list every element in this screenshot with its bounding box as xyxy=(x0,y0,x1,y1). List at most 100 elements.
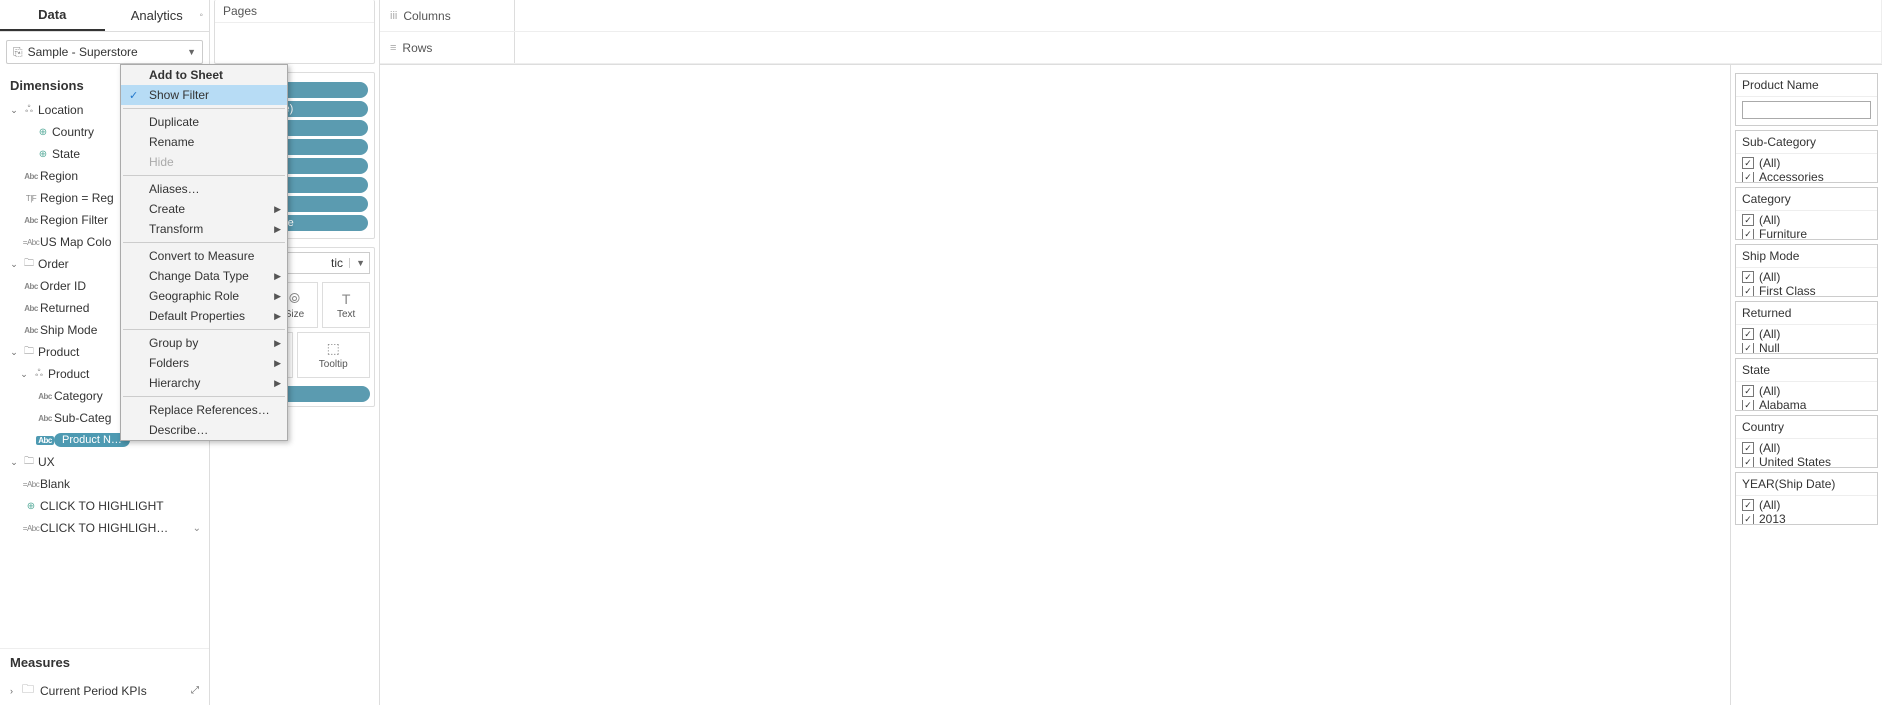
filter-checkbox-item[interactable]: ✓Null xyxy=(1736,343,1877,353)
filter-card: Returned✓(All)✓Null xyxy=(1735,301,1878,354)
filter-card-title: Ship Mode xyxy=(1736,245,1877,268)
datasource-selector[interactable]: ⎘ Sample - Superstore ▼ xyxy=(6,40,203,64)
filter-search-input[interactable] xyxy=(1742,101,1871,119)
checkbox-icon: ✓ xyxy=(1742,157,1754,169)
filter-card: Country✓(All)✓United States xyxy=(1735,415,1878,468)
checkbox-icon: ✓ xyxy=(1742,271,1754,283)
measures-header: Measures xyxy=(0,648,209,676)
marks-tooltip[interactable]: ⬚Tooltip xyxy=(297,332,371,378)
checkbox-icon: ✓ xyxy=(1742,214,1754,226)
filter-checkbox-all[interactable]: ✓(All) xyxy=(1736,325,1877,343)
menu-hide: Hide xyxy=(121,152,287,172)
tooltip-icon: ⬚ xyxy=(327,340,340,357)
filter-checkbox-all[interactable]: ✓(All) xyxy=(1736,211,1877,229)
menu-change-data-type[interactable]: Change Data Type▶ xyxy=(121,266,287,286)
chevron-right-icon: ▶ xyxy=(274,311,281,322)
checkbox-icon: ✓ xyxy=(1742,385,1754,397)
menu-convert-to-measure[interactable]: Convert to Measure xyxy=(121,246,287,266)
pages-card-title: Pages xyxy=(215,0,374,23)
menu-aliases[interactable]: Aliases… xyxy=(121,179,287,199)
filter-checkbox-item[interactable]: ✓2013 xyxy=(1736,514,1877,524)
pin-icon: ◦ xyxy=(199,10,203,21)
checkbox-icon: ✓ xyxy=(1742,172,1754,182)
check-icon: ✓ xyxy=(129,89,138,102)
menu-show-filter[interactable]: ✓Show Filter xyxy=(121,85,287,105)
checkbox-icon: ✓ xyxy=(1742,229,1754,239)
menu-default-properties[interactable]: Default Properties▶ xyxy=(121,306,287,326)
columns-shelf-label: iii Columns xyxy=(380,0,515,31)
filter-card-title: Returned xyxy=(1736,302,1877,325)
filter-card: Category✓(All)✓Furniture xyxy=(1735,187,1878,240)
chevron-right-icon: ▶ xyxy=(274,358,281,369)
menu-duplicate[interactable]: Duplicate xyxy=(121,112,287,132)
columns-shelf[interactable] xyxy=(515,0,1882,31)
chevron-right-icon: ▶ xyxy=(274,378,281,389)
chevron-down-icon: ▼ xyxy=(349,258,365,268)
field-blank[interactable]: =AbcBlank xyxy=(4,473,205,495)
viz-canvas[interactable] xyxy=(380,65,1730,705)
data-sidebar: Data Analytics ◦ ⎘ Sample - Superstore ▼… xyxy=(0,0,210,705)
menu-folders[interactable]: Folders▶ xyxy=(121,353,287,373)
rows-shelf[interactable] xyxy=(515,32,1882,63)
filter-checkbox-all[interactable]: ✓(All) xyxy=(1736,496,1877,514)
menu-add-to-sheet[interactable]: Add to Sheet xyxy=(121,65,287,85)
tab-data[interactable]: Data xyxy=(0,0,105,31)
chevron-down-icon[interactable]: ⌄ xyxy=(193,523,201,534)
filter-checkbox-all[interactable]: ✓(All) xyxy=(1736,154,1877,172)
chevron-right-icon: ▶ xyxy=(274,338,281,349)
menu-rename[interactable]: Rename xyxy=(121,132,287,152)
filter-card-title: Product Name xyxy=(1736,74,1877,97)
menu-group-by[interactable]: Group by▶ xyxy=(121,333,287,353)
filter-card-title: Country xyxy=(1736,416,1877,439)
marks-text[interactable]: TText xyxy=(322,282,370,328)
size-icon: ⦾ xyxy=(289,290,300,307)
filter-card: Sub-Category✓(All)✓Accessories xyxy=(1735,130,1878,183)
menu-replace-references[interactable]: Replace References… xyxy=(121,400,287,420)
folder-ux[interactable]: ⌄🗀UX xyxy=(4,451,205,473)
pages-shelf[interactable] xyxy=(215,23,374,63)
checkbox-icon: ✓ xyxy=(1742,457,1754,467)
filter-card: YEAR(Ship Date)✓(All)✓2013 xyxy=(1735,472,1878,525)
rows-shelf-label: ≡ Rows xyxy=(380,32,515,63)
tab-analytics-label: Analytics xyxy=(131,8,183,23)
filter-card-title: Sub-Category xyxy=(1736,131,1877,154)
filter-card: State✓(All)✓Alabama xyxy=(1735,358,1878,411)
tab-analytics[interactable]: Analytics ◦ xyxy=(105,0,210,31)
checkbox-icon: ✓ xyxy=(1742,442,1754,454)
filter-card-title: YEAR(Ship Date) xyxy=(1736,473,1877,496)
filter-checkbox-item[interactable]: ✓United States xyxy=(1736,457,1877,467)
filter-checkbox-item[interactable]: ✓First Class xyxy=(1736,286,1877,296)
menu-geographic-role[interactable]: Geographic Role▶ xyxy=(121,286,287,306)
filter-card: Ship Mode✓(All)✓First Class xyxy=(1735,244,1878,297)
menu-hierarchy[interactable]: Hierarchy▶ xyxy=(121,373,287,393)
folder-current-kpis[interactable]: › 🗀 Current Period KPIs ⤢ xyxy=(0,676,209,705)
datasource-icon: ⎘ xyxy=(13,45,23,60)
menu-describe[interactable]: Describe… xyxy=(121,420,287,440)
chevron-right-icon: ▶ xyxy=(274,204,281,215)
checkbox-icon: ✓ xyxy=(1742,343,1754,353)
chevron-right-icon: ▶ xyxy=(274,291,281,302)
filter-card: Product Name xyxy=(1735,73,1878,126)
field-click-highlight-2[interactable]: =AbcCLICK TO HIGHLIGH…⌄ xyxy=(4,517,205,539)
filter-card-title: State xyxy=(1736,359,1877,382)
text-icon: T xyxy=(342,291,351,307)
filter-checkbox-all[interactable]: ✓(All) xyxy=(1736,439,1877,457)
menu-transform[interactable]: Transform▶ xyxy=(121,219,287,239)
chevron-right-icon: ▶ xyxy=(274,271,281,282)
checkbox-icon: ✓ xyxy=(1742,499,1754,511)
datasource-label: Sample - Superstore xyxy=(28,45,138,59)
checkbox-icon: ✓ xyxy=(1742,400,1754,410)
chevron-down-icon: ▼ xyxy=(187,47,196,57)
chevron-right-icon: ▶ xyxy=(274,224,281,235)
field-click-highlight-1[interactable]: ⊕CLICK TO HIGHLIGHT xyxy=(4,495,205,517)
filter-checkbox-all[interactable]: ✓(All) xyxy=(1736,268,1877,286)
menu-create[interactable]: Create▶ xyxy=(121,199,287,219)
filter-checkbox-all[interactable]: ✓(All) xyxy=(1736,382,1877,400)
field-context-menu: Add to Sheet ✓Show Filter Duplicate Rena… xyxy=(120,64,288,441)
filter-checkbox-item[interactable]: ✓Alabama xyxy=(1736,400,1877,410)
filter-panels: Product NameSub-Category✓(All)✓Accessori… xyxy=(1730,65,1882,705)
filter-checkbox-item[interactable]: ✓Furniture xyxy=(1736,229,1877,239)
expand-icon[interactable]: ⤢ xyxy=(191,685,199,696)
rows-icon: ≡ xyxy=(390,42,396,54)
filter-checkbox-item[interactable]: ✓Accessories xyxy=(1736,172,1877,182)
